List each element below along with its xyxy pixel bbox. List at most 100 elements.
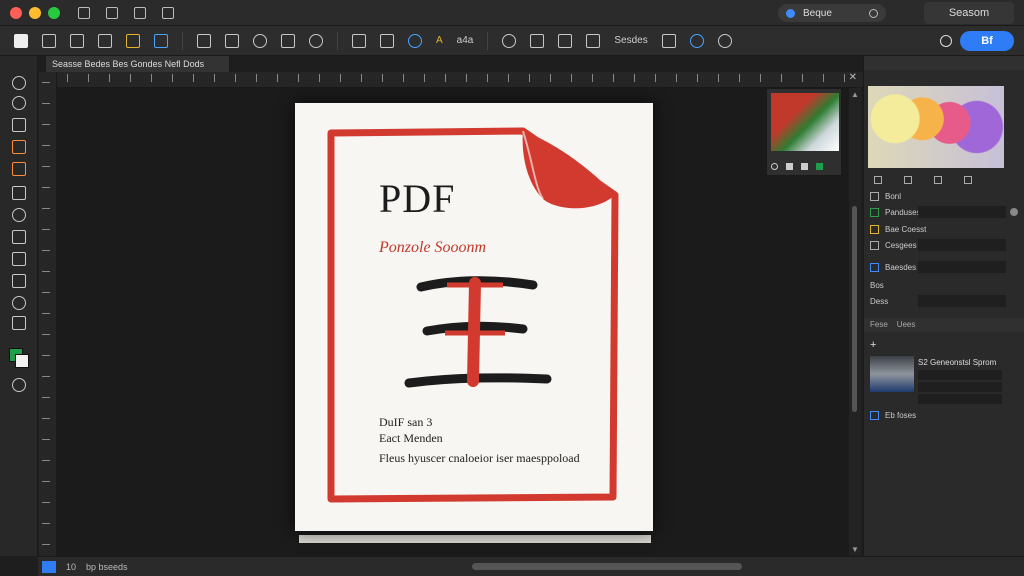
document-icon[interactable] [14, 33, 28, 48]
ruler-tick [235, 74, 236, 82]
layer-thumbnail[interactable] [870, 356, 914, 392]
mask-tool-icon[interactable] [12, 378, 26, 392]
layer-row[interactable]: Baesdes [870, 260, 1020, 274]
brush-tool-icon[interactable] [12, 140, 26, 154]
distribute-icon[interactable] [225, 33, 239, 48]
scroll-up-icon[interactable]: ▲ [851, 90, 859, 99]
edit-icon[interactable] [106, 6, 118, 19]
ruler-tick [130, 74, 131, 82]
layer-row[interactable]: Cesgees [870, 238, 1020, 252]
layer-row[interactable]: Bonl [870, 189, 1020, 203]
navigator-fill-icon[interactable] [801, 162, 808, 170]
section-tab-2[interactable]: Uees [897, 320, 916, 329]
layer-field[interactable] [918, 239, 1006, 251]
select-icon[interactable] [661, 33, 676, 48]
navigator-fit-icon[interactable] [786, 162, 793, 170]
minimize-window-button[interactable] [29, 6, 41, 19]
preview-fit-icon[interactable] [874, 176, 882, 184]
transform-icon[interactable] [98, 33, 112, 48]
close-window-button[interactable] [10, 6, 22, 19]
ruler-tick [42, 229, 50, 230]
horizontal-scroll-thumb[interactable] [472, 563, 742, 570]
crop-tool-icon[interactable] [12, 118, 26, 132]
right-panel: Bonl Panduses Bae Coesst Cesgees Baesdes… [863, 56, 1024, 556]
align-icon[interactable] [197, 33, 211, 48]
ruler-tick [42, 502, 50, 503]
workspace-button[interactable]: Seasom [924, 2, 1014, 24]
zoom-indicator[interactable] [42, 560, 56, 573]
eyedropper-tool-icon[interactable] [12, 230, 26, 244]
chat-icon[interactable] [154, 33, 168, 48]
anchor-icon[interactable] [558, 33, 573, 48]
zoom-window-button[interactable] [48, 6, 60, 19]
layer-field[interactable] [918, 295, 1006, 307]
pin-icon[interactable] [281, 33, 295, 48]
section-tab[interactable]: Fese [870, 320, 888, 329]
vertical-scrollbar[interactable]: ▲ ▼ [849, 88, 861, 556]
lasso-tool-icon[interactable] [12, 96, 26, 110]
zoom-level[interactable]: 10 [66, 562, 76, 572]
fill-tool-icon[interactable] [12, 296, 26, 310]
save-icon[interactable] [78, 6, 90, 19]
preview-grid-icon[interactable] [934, 176, 942, 184]
direct-select-tool-icon[interactable] [12, 186, 26, 200]
font-label[interactable]: A [436, 35, 443, 46]
layer-field[interactable] [918, 261, 1006, 273]
find-icon[interactable] [408, 33, 422, 48]
preview-edit-icon[interactable] [904, 176, 912, 184]
document-page[interactable]: PDF Ponzole Sooonm DuIF san 3 Eact Mende… [295, 103, 653, 531]
scroll-down-icon[interactable]: ▼ [851, 545, 859, 554]
move-tool-icon[interactable] [42, 33, 56, 48]
share-button[interactable]: Bf [960, 31, 1014, 51]
layer-row[interactable]: Panduses [870, 205, 1020, 219]
crop-icon[interactable] [352, 33, 366, 48]
background-color-swatch[interactable] [15, 354, 29, 368]
frame-icon[interactable] [380, 33, 394, 48]
document-tab[interactable]: Seasse Bedes Bes Gondes Nefl Dods [46, 56, 230, 72]
navigator-panel[interactable] [766, 88, 842, 176]
canvas-area[interactable]: PDF Ponzole Sooonm DuIF san 3 Eact Mende… [57, 88, 849, 556]
page-subtitle: Ponzole Sooonm [379, 239, 487, 256]
add-layer-icon[interactable]: + [870, 339, 876, 351]
layer-row[interactable]: Bae Coesst [870, 222, 1020, 236]
divider [182, 31, 183, 50]
layer-field[interactable] [918, 206, 1006, 218]
layer-row[interactable]: Dess [870, 294, 1020, 308]
search-tool-icon[interactable] [689, 33, 704, 48]
gradient-icon[interactable] [126, 33, 140, 48]
divider [487, 31, 489, 50]
stamp-tool-icon[interactable] [12, 316, 26, 330]
frame-tool-icon[interactable] [12, 274, 26, 288]
pencil-tool-icon[interactable] [12, 162, 26, 176]
search-field[interactable]: Beque [778, 4, 886, 22]
preview-more-icon[interactable] [964, 176, 972, 184]
ellipse-tool-icon[interactable] [12, 76, 26, 90]
artboard-icon[interactable] [70, 33, 84, 48]
vertical-scroll-thumb[interactable] [852, 206, 857, 412]
visibility-icon[interactable] [1010, 208, 1018, 216]
navigator-zoom-icon[interactable] [771, 162, 778, 170]
layout-icon[interactable] [162, 6, 174, 19]
layer-property-bar[interactable] [918, 394, 1002, 404]
magic-wand-icon[interactable] [530, 33, 545, 48]
layers-toolbar: + [870, 338, 1020, 352]
layer-property-bar[interactable] [918, 370, 1002, 380]
swatch-preview[interactable] [868, 86, 1004, 168]
navigator-color-icon[interactable] [816, 162, 823, 170]
brush-icon[interactable] [134, 6, 146, 19]
shape-icon[interactable] [253, 33, 267, 48]
zoom-icon[interactable] [309, 33, 323, 48]
rotate-icon[interactable] [502, 33, 517, 48]
pen-icon[interactable] [586, 33, 601, 48]
status-ring-icon[interactable] [940, 35, 952, 47]
transform-tool-icon[interactable] [12, 252, 26, 266]
layer-row[interactable]: Bos [870, 278, 1020, 292]
inspect-icon[interactable] [717, 33, 732, 48]
size-label[interactable]: a4a [457, 35, 474, 46]
layer-row[interactable]: Eb foses [870, 408, 1020, 422]
rotate-tool-icon[interactable] [12, 208, 26, 222]
layer-property-bar[interactable] [918, 382, 1002, 392]
style-label[interactable]: Sesdes [614, 35, 647, 46]
navigator-thumbnail[interactable] [771, 93, 839, 151]
close-icon[interactable]: ✕ [849, 72, 857, 83]
